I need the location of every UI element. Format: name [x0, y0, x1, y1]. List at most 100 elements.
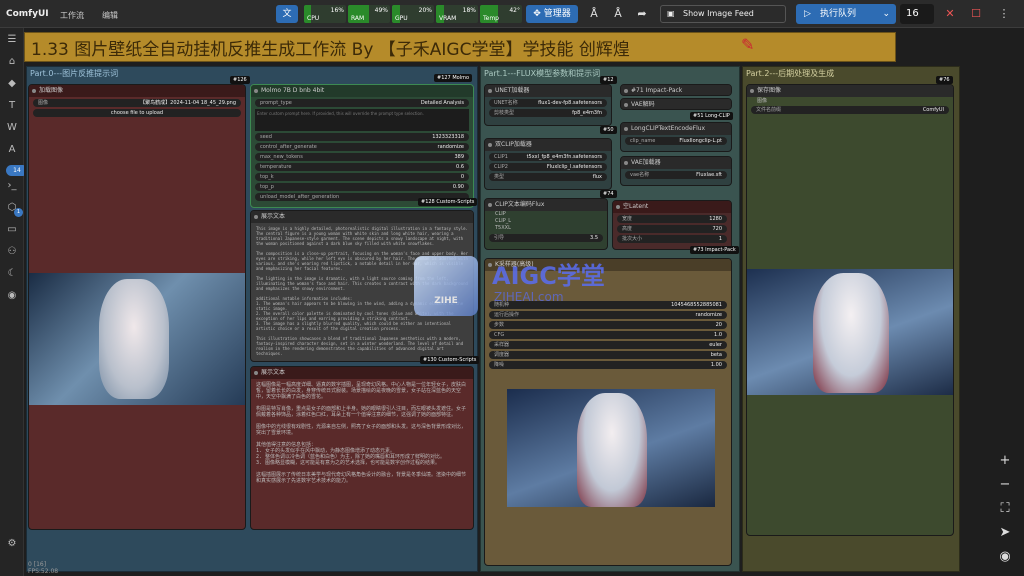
- latent-width[interactable]: 宽度 1280: [617, 215, 727, 223]
- empty-latent-node[interactable]: 空Latent 宽度 1280 高度 720 批次大小 1: [612, 200, 732, 250]
- latent-height[interactable]: 高度 720: [617, 225, 727, 233]
- status-fps: FPS:52.08: [28, 568, 59, 575]
- unet-name[interactable]: UNET名称 flux1-dev-fp8.safetensors: [489, 99, 607, 107]
- node-badge-128: #128 Custom-Scripts: [418, 198, 478, 206]
- temp-monitor: Temp 42°: [480, 5, 522, 23]
- top-menubar: ComfyUI 工作流 编辑 文 CPU 16% RAM 49% GPU 20% VR…: [0, 0, 1024, 28]
- minus-icon[interactable]: −: [992, 474, 1018, 496]
- filename-prefix[interactable]: 文件名前缀 ComfyUI: [751, 106, 949, 114]
- gpu-value: 20%: [418, 7, 432, 14]
- main-title-group[interactable]: 1.33 图片壁纸全自动挂机反推生成工作流 By 【子禾AIGC学堂】学技能 创…: [24, 32, 896, 62]
- vae-decode-node[interactable]: VAE解码: [620, 98, 732, 110]
- ks-denoise[interactable]: 降噪 1.00: [489, 361, 727, 369]
- menu-workflow[interactable]: 工作流: [60, 10, 84, 21]
- impact-71-node[interactable]: #71 Impact-Pack: [620, 84, 732, 96]
- graph-canvas[interactable]: 1.33 图片壁纸全自动挂机反推生成工作流 By 【子禾AIGC学堂】学技能 创…: [24, 28, 1024, 576]
- settings-icon[interactable]: ⚙: [4, 536, 20, 552]
- preview-figure: [577, 393, 647, 507]
- vae-loader-node[interactable]: VAE加载器 vae名称 FluxIae.sft: [620, 156, 732, 186]
- clip1-select[interactable]: CLIP1 t5xxl_fp8_e4m3fn.safetensors: [489, 153, 607, 161]
- ks-denoise-value: 1.00: [710, 362, 722, 368]
- ksampler-node[interactable]: K采样器(高级) 随机种 1045468552885081 运行后操作 random…: [484, 258, 732, 566]
- unet-loader-node[interactable]: UNET加载器 UNET名称 flux1-dev-fp8.safetensors …: [484, 84, 612, 126]
- clip2-select[interactable]: CLIP2 FluxIclip_l.safetensors: [489, 163, 607, 171]
- guidance-value: 3.5: [590, 235, 598, 241]
- control-value: randomize: [437, 144, 464, 150]
- node-badge-50: #50: [600, 126, 617, 134]
- molmo-top-p[interactable]: top_p 0.90: [255, 183, 469, 191]
- manager-button[interactable]: ✥ 管理器: [526, 5, 578, 23]
- folder-icon[interactable]: ▭: [4, 222, 20, 238]
- stop-icon[interactable]: ☐: [968, 6, 984, 22]
- clip-type-select[interactable]: 类型 flux: [489, 173, 607, 181]
- moon-icon[interactable]: ☾: [4, 266, 20, 282]
- save-image-node[interactable]: 保存图像 图像 文件名前缀 ComfyUI: [746, 84, 954, 536]
- chevron-down-icon[interactable]: ⌄: [882, 4, 890, 24]
- unet-title: UNET加载器: [485, 85, 611, 97]
- image-file-selector[interactable]: 图像 【聚鸟鹤成】2024-11-04 18_45_29.png: [33, 99, 241, 107]
- home-icon[interactable]: ⌂: [4, 54, 20, 70]
- vae-name[interactable]: vae名称 FluxIae.sft: [625, 171, 727, 179]
- ks-steps[interactable]: 步数 20: [489, 321, 727, 329]
- guidance-label: 引导: [494, 235, 505, 241]
- latent-batch[interactable]: 批次大小 1: [617, 235, 727, 243]
- load-image-node[interactable]: 加载图像 图像 【聚鸟鹤成】2024-11-04 18_45_29.png cho…: [28, 84, 246, 530]
- workflow-icon[interactable]: ⚇: [4, 244, 20, 260]
- eye-icon[interactable]: ◉: [992, 546, 1018, 568]
- a-icon[interactable]: A: [4, 142, 20, 158]
- portrait-figure: [99, 279, 169, 399]
- show-image-feed-button[interactable]: ▣ Show Image Feed: [660, 5, 786, 23]
- close-icon[interactable]: ✕: [942, 6, 958, 22]
- text-icon[interactable]: T: [4, 98, 20, 114]
- molmo-custom-prompt[interactable]: Enter custom prompt here. If provided, t…: [255, 109, 469, 131]
- text-a2-icon[interactable]: Å: [610, 6, 626, 22]
- more-menu-icon[interactable]: ⋮: [996, 6, 1012, 22]
- batch-count-input[interactable]: 16: [900, 4, 934, 24]
- queue-button[interactable]: ▷ 执行队列 ⌄: [796, 4, 896, 24]
- text-a-icon[interactable]: Å: [586, 6, 602, 22]
- input-portrait-image: [29, 273, 245, 405]
- fit-icon[interactable]: ⛶: [992, 498, 1018, 520]
- plus-icon[interactable]: +: [992, 450, 1018, 472]
- menu-icon[interactable]: ☰: [4, 32, 20, 48]
- batch-label: 批次大小: [622, 236, 643, 242]
- github-icon[interactable]: ◉: [4, 288, 20, 304]
- molmo-max-tokens[interactable]: max_new_tokens 389: [255, 153, 469, 161]
- molmo-temperature[interactable]: temperature 0.6: [255, 163, 469, 171]
- temperature-label: temperature: [260, 164, 292, 170]
- translate-icon[interactable]: 文: [276, 5, 298, 23]
- ks-cfg-value: 1.0: [714, 332, 722, 338]
- show-text-2-content[interactable]: 这幅图像是一幅高度详细、逼真的数字插图，呈现奇幻风格。中心人物是一位年轻女子，皮…: [251, 379, 473, 527]
- ks-sampler[interactable]: 采样器 euler: [489, 341, 727, 349]
- vae-name-label: vae名称: [630, 172, 650, 178]
- longclip-encode-node[interactable]: LongCLIPTextEncodeFlux clip_name FluxIlon…: [620, 122, 732, 152]
- clip-text-encode-node[interactable]: CLIP文本编码Flux CLIP CLIP_L T5XXL 引导 3.5: [484, 198, 608, 250]
- molmo-seed[interactable]: seed 1323323318: [255, 133, 469, 141]
- cliptext-title: CLIP文本编码Flux: [485, 199, 607, 211]
- molmo-top-k[interactable]: top_k 0: [255, 173, 469, 181]
- app-brand[interactable]: ComfyUI: [6, 9, 49, 19]
- w-icon[interactable]: W: [4, 120, 20, 136]
- menu-edit[interactable]: 编辑: [102, 10, 118, 21]
- pointer-icon[interactable]: ➤: [992, 522, 1018, 544]
- node-library-icon[interactable]: ◆: [4, 76, 20, 92]
- unet-dtype[interactable]: 剪枝类型 fp8_e4m3fn: [489, 109, 607, 117]
- share-arrow-icon[interactable]: ➦: [634, 6, 650, 22]
- longclip-name[interactable]: clip_name FluxIlongclip-L.pt: [625, 137, 727, 145]
- terminal-icon[interactable]: ›_: [4, 178, 20, 194]
- ks-cfg[interactable]: CFG 1.0: [489, 331, 727, 339]
- molmo-control[interactable]: control_after_generate randomize: [255, 143, 469, 151]
- upload-button[interactable]: choose file to upload: [33, 109, 241, 117]
- gpu-label: GPU: [395, 15, 408, 22]
- unet-name-label: UNET名称: [494, 100, 518, 106]
- show-text-node-2[interactable]: 展示文本 这幅图像是一幅高度详细、逼真的数字插图，呈现奇幻风格。中心人物是一位年…: [250, 366, 474, 530]
- ks-control[interactable]: 运行后操作 randomize: [489, 311, 727, 319]
- molmo-node[interactable]: Molmo 7B D bnb 4bit prompt_type Detailed …: [250, 84, 474, 208]
- node-badge-130: #130 Custom-Scripts: [420, 356, 480, 364]
- guidance-input[interactable]: 引导 3.5: [489, 234, 603, 242]
- ks-scheduler[interactable]: 调度器 beta: [489, 351, 727, 359]
- node-badge-74: #74: [600, 190, 617, 198]
- dual-clip-node[interactable]: 双CLIP加载器 CLIP1 t5xxl_fp8_e4m3fn.safetenso…: [484, 138, 612, 190]
- preview-output-image: [507, 389, 715, 507]
- molmo-prompt-type[interactable]: prompt_type Detailed Analysis: [255, 99, 469, 107]
